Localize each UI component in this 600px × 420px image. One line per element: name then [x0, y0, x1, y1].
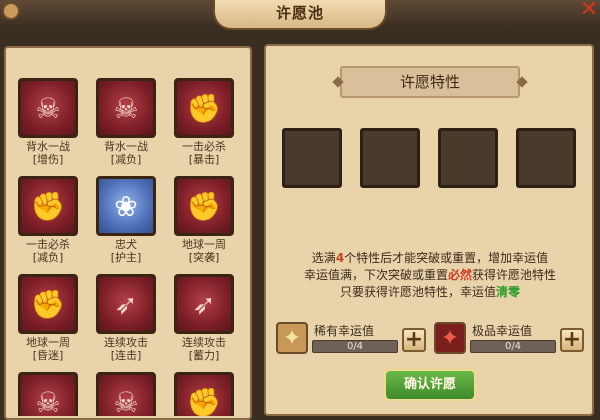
- epic-plus-button[interactable]: +: [560, 328, 584, 352]
- skill-name: 地球一周: [26, 336, 70, 349]
- skill-name: 地球一周: [182, 238, 226, 251]
- warrior-icon: ☠: [18, 372, 78, 416]
- skill-name: 连续攻击: [182, 336, 226, 349]
- arrow-icon: ➶: [174, 274, 234, 334]
- feature-slot[interactable]: [516, 128, 576, 188]
- arrow-icon: ➶: [96, 274, 156, 334]
- skill-item[interactable]: ➶ 连续攻击 [连击]: [88, 274, 164, 370]
- skill-tag: [减负]: [110, 153, 142, 166]
- skill-tag: [突袭]: [188, 251, 220, 264]
- skill-item[interactable]: ✊ 地球一周 [昏迷]: [10, 274, 86, 370]
- skill-tag: [暴击]: [188, 153, 220, 166]
- skill-item[interactable]: ☠: [10, 372, 86, 416]
- desc-line-3: 只要获得许愿池特性，幸运值清零: [339, 285, 521, 299]
- skill-item[interactable]: ✊: [166, 372, 242, 416]
- rare-plus-button[interactable]: +: [402, 328, 426, 352]
- fist-icon: ✊: [18, 176, 78, 236]
- fist-icon: ✊: [174, 372, 234, 416]
- feature-slot[interactable]: [282, 128, 342, 188]
- skill-tag: [增伤]: [32, 153, 64, 166]
- star-icon: ✦: [276, 322, 308, 354]
- skill-name: 连续攻击: [104, 336, 148, 349]
- skill-item[interactable]: ✊ 一击必杀 [暴击]: [166, 78, 242, 174]
- feature-slot[interactable]: [438, 128, 498, 188]
- star-icon: ✦: [434, 322, 466, 354]
- fist-icon: ✊: [18, 274, 78, 334]
- skill-name: 背水一战: [104, 140, 148, 153]
- skill-item[interactable]: ✊ 一击必杀 [减负]: [10, 176, 86, 272]
- wish-description: 选满4个特性后才能突破或重置，增加幸运值 幸运值满，下次突破或重置必然获得许愿池…: [270, 250, 590, 301]
- warrior-icon: ☠: [18, 78, 78, 138]
- menu-icon[interactable]: [2, 2, 20, 20]
- paw-icon: ❀: [96, 176, 156, 236]
- window-title: 许愿池: [213, 0, 387, 30]
- epic-luck-bar: 0/4: [470, 340, 556, 353]
- skill-item[interactable]: ☠ 背水一战 [增伤]: [10, 78, 86, 174]
- warrior-icon: ☠: [96, 78, 156, 138]
- skill-name: 背水一战: [26, 140, 70, 153]
- warrior-icon: ☠: [96, 372, 156, 416]
- skill-tag: [护主]: [110, 251, 142, 264]
- desc-line-2: 幸运值满，下次突破或重置必然获得许愿池特性: [303, 268, 557, 282]
- skill-tag: [昏迷]: [32, 349, 64, 362]
- skill-name: 一击必杀: [182, 140, 226, 153]
- feature-header: 许愿特性: [340, 66, 520, 98]
- skill-tag: [蓄力]: [188, 349, 220, 362]
- skill-item[interactable]: ☠ 背水一战 [减负]: [88, 78, 164, 174]
- skill-item[interactable]: ➶ 连续攻击 [蓄力]: [166, 274, 242, 370]
- rare-luck-label: 稀有幸运值: [314, 324, 375, 338]
- skill-name: 忠犬: [115, 238, 137, 251]
- skill-item[interactable]: ☠: [88, 372, 164, 416]
- feature-slot[interactable]: [360, 128, 420, 188]
- fist-icon: ✊: [174, 78, 234, 138]
- close-icon[interactable]: ✕: [578, 0, 600, 22]
- feature-panel: [264, 44, 594, 416]
- skill-item[interactable]: ❀ 忠犬 [护主]: [88, 176, 164, 272]
- skill-tag: [减负]: [32, 251, 64, 264]
- skill-name: 一击必杀: [26, 238, 70, 251]
- desc-line-1: 选满4个特性后才能突破或重置，增加幸运值: [311, 251, 549, 265]
- skill-tag: [连击]: [110, 349, 142, 362]
- skill-item[interactable]: ✊ 地球一周 [突袭]: [166, 176, 242, 272]
- fist-icon: ✊: [174, 176, 234, 236]
- confirm-wish-button[interactable]: 确认许愿: [384, 369, 476, 401]
- epic-luck-label: 极品幸运值: [472, 324, 533, 338]
- rare-luck-bar: 0/4: [312, 340, 398, 353]
